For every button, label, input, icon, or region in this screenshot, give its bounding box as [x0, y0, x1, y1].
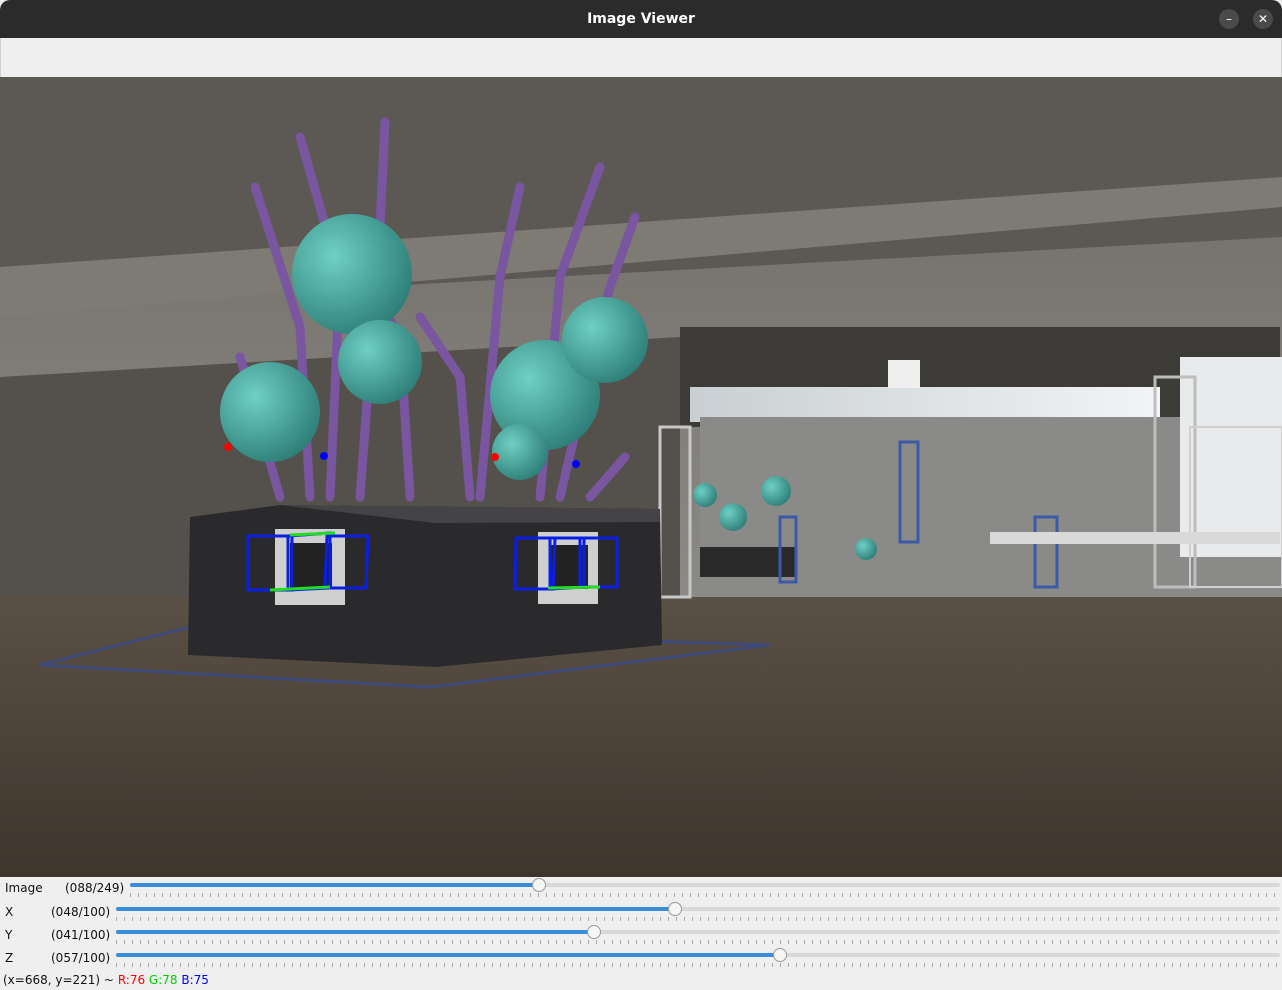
- blue-channel-value: B:75: [181, 973, 209, 987]
- x-slider-row: X (048/100): [0, 901, 1282, 923]
- close-icon[interactable]: ✕: [1253, 9, 1273, 29]
- z-slider-handle[interactable]: [773, 948, 787, 962]
- z-slider[interactable]: [116, 948, 1280, 962]
- y-slider-row: Y (041/100): [0, 924, 1282, 946]
- image-slider-row: Image (088/249): [0, 877, 1282, 899]
- toolbar: [0, 38, 1282, 77]
- window-title: Image Viewer: [587, 11, 695, 27]
- y-slider-label: Y: [5, 928, 13, 942]
- image-slider-ticks: [130, 893, 1280, 897]
- cursor-coordinates: (x=668, y=221) ~: [3, 973, 114, 987]
- image-viewer-window: Image Viewer – ✕ Image (088/249) X (048/…: [0, 0, 1282, 990]
- image-slider-fill: [130, 883, 538, 887]
- z-slider-fill: [116, 953, 779, 957]
- x-slider-label: X: [5, 905, 14, 919]
- rendered-scene-image: [0, 77, 1282, 877]
- image-slider-label: Image: [5, 881, 43, 895]
- x-slider-handle[interactable]: [668, 902, 682, 916]
- y-slider-counter: (041/100): [51, 928, 111, 942]
- image-slider-handle[interactable]: [532, 878, 546, 892]
- x-slider-counter: (048/100): [51, 905, 111, 919]
- z-slider-row: Z (057/100): [0, 947, 1282, 969]
- pixel-status-bar: (x=668, y=221) ~ R:76 G:78 B:75: [3, 973, 209, 987]
- y-slider-ticks: [116, 940, 1280, 944]
- z-slider-ticks: [116, 963, 1280, 967]
- y-slider-handle[interactable]: [587, 925, 601, 939]
- y-slider[interactable]: [116, 925, 1280, 939]
- z-slider-label: Z: [5, 951, 14, 965]
- z-slider-counter: (057/100): [51, 951, 111, 965]
- image-viewport[interactable]: [0, 77, 1282, 877]
- slider-panel: Image (088/249) X (048/100) Y (041/100): [0, 877, 1282, 990]
- red-channel-value: R:76: [117, 973, 146, 987]
- x-slider-ticks: [116, 917, 1280, 921]
- minimize-icon[interactable]: –: [1219, 9, 1239, 29]
- image-slider-counter: (088/249): [65, 881, 125, 895]
- title-bar: Image Viewer – ✕: [0, 0, 1282, 38]
- image-slider[interactable]: [130, 878, 1280, 892]
- green-channel-value: G:78: [148, 973, 178, 987]
- y-slider-fill: [116, 930, 593, 934]
- x-slider-fill: [116, 907, 674, 911]
- x-slider[interactable]: [116, 902, 1280, 916]
